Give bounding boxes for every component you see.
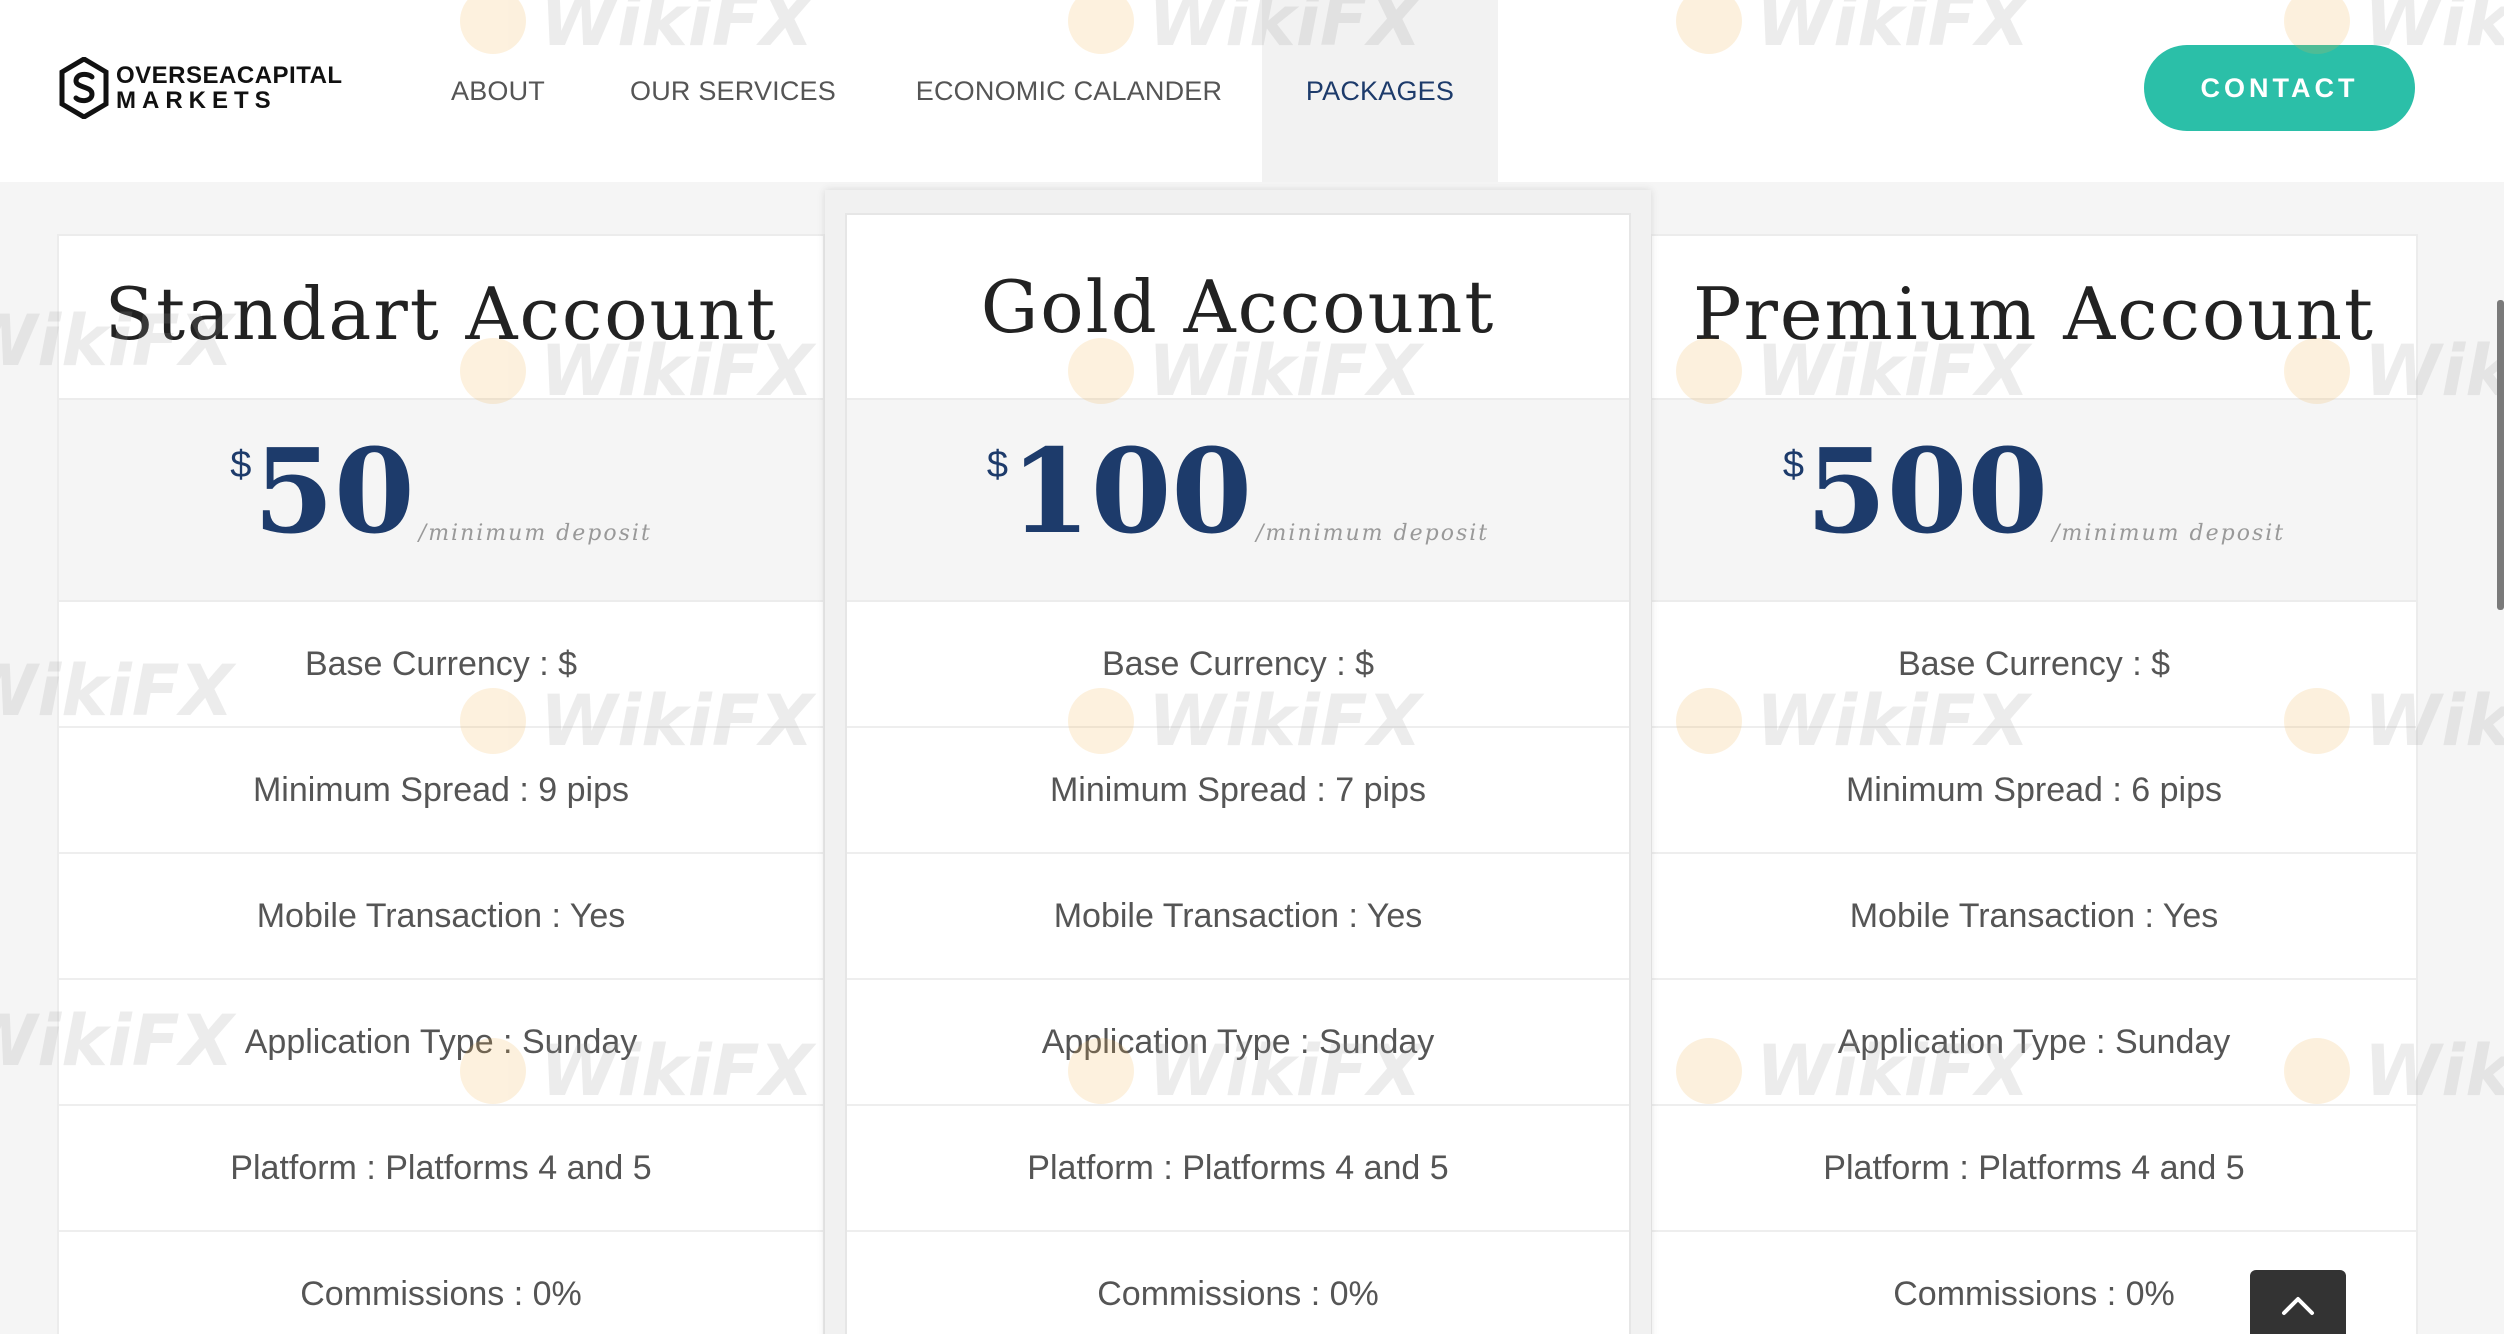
price-band: $ 100 /minimum deposit xyxy=(847,398,1629,602)
brand-name-line1: OVERSEACAPITAL xyxy=(116,61,343,89)
nav-item-about[interactable]: ABOUT xyxy=(436,0,560,182)
feature-mobile-transaction: Mobile Transaction : Yes xyxy=(847,854,1629,980)
feature-platform: Platform : Platforms 4 and 5 xyxy=(847,1106,1629,1232)
plan-title: Standart Account xyxy=(104,272,778,356)
feature-list: Base Currency : $ Minimum Spread : 7 pip… xyxy=(847,602,1629,1334)
feature-minimum-spread: Minimum Spread : 9 pips xyxy=(59,728,823,854)
feature-mobile-transaction: Mobile Transaction : Yes xyxy=(59,854,823,980)
nav-item-our-services[interactable]: OUR SERVICES xyxy=(622,0,844,182)
price-amount: 50 xyxy=(253,424,415,560)
feature-platform: Platform : Platforms 4 and 5 xyxy=(59,1106,823,1232)
feature-mobile-transaction: Mobile Transaction : Yes xyxy=(1652,854,2416,980)
price-band: $ 50 /minimum deposit xyxy=(59,398,823,602)
nav-item-economic-calander[interactable]: ECONOMIC CALANDER xyxy=(906,0,1232,182)
site-header: OVERSEACAPITAL MARKETS ABOUT OUR SERVICE… xyxy=(0,0,2504,182)
brand-name-line2: MARKETS xyxy=(116,86,277,114)
feature-base-currency: Base Currency : $ xyxy=(847,602,1629,728)
price-band: $ 500 /minimum deposit xyxy=(1652,398,2416,602)
price-amount: 100 xyxy=(1010,424,1253,560)
feature-minimum-spread: Minimum Spread : 7 pips xyxy=(847,728,1629,854)
feature-application-type: Application Type : Sunday xyxy=(59,980,823,1106)
price-period: /minimum deposit xyxy=(418,521,652,546)
price-period: /minimum deposit xyxy=(2052,521,2286,546)
price-period: /minimum deposit xyxy=(1256,521,1490,546)
scroll-to-top-button[interactable] xyxy=(2250,1270,2346,1334)
feature-list: Base Currency : $ Minimum Spread : 6 pip… xyxy=(1652,602,2416,1334)
contact-button[interactable]: CONTACT xyxy=(2144,45,2415,131)
brand-logo-icon xyxy=(59,57,109,119)
price-amount: 500 xyxy=(1806,424,2049,560)
feature-platform: Platform : Platforms 4 and 5 xyxy=(1652,1106,2416,1232)
feature-commissions: Commissions : 0% xyxy=(847,1232,1629,1334)
pricing-card-premium: Premium Account $ 500 /minimum deposit B… xyxy=(1650,234,2418,1334)
plan-title: Gold Account xyxy=(980,265,1496,349)
plan-price: $ 50 /minimum deposit xyxy=(230,434,652,600)
currency-symbol: $ xyxy=(230,444,252,486)
feature-application-type: Application Type : Sunday xyxy=(847,980,1629,1106)
plan-title: Premium Account xyxy=(1693,272,2375,356)
page-scrollbar[interactable] xyxy=(2497,300,2504,610)
plan-price: $ 100 /minimum deposit xyxy=(987,434,1489,600)
chevron-up-icon xyxy=(2282,1297,2314,1315)
feature-base-currency: Base Currency : $ xyxy=(59,602,823,728)
currency-symbol: $ xyxy=(986,444,1008,486)
feature-commissions: Commissions : 0% xyxy=(59,1232,823,1334)
pricing-card-gold: Gold Account $ 100 /minimum deposit Base… xyxy=(845,213,1631,1334)
pricing-card-standard: Standart Account $ 50 /minimum deposit B… xyxy=(57,234,825,1334)
feature-minimum-spread: Minimum Spread : 6 pips xyxy=(1652,728,2416,854)
feature-list: Base Currency : $ Minimum Spread : 9 pip… xyxy=(59,602,823,1334)
feature-base-currency: Base Currency : $ xyxy=(1652,602,2416,728)
currency-symbol: $ xyxy=(1782,444,1804,486)
brand-logo[interactable]: OVERSEACAPITAL MARKETS xyxy=(58,55,343,121)
nav-item-packages[interactable]: PACKAGES xyxy=(1262,0,1498,182)
feature-application-type: Application Type : Sunday xyxy=(1652,980,2416,1106)
plan-price: $ 500 /minimum deposit xyxy=(1783,434,2285,600)
